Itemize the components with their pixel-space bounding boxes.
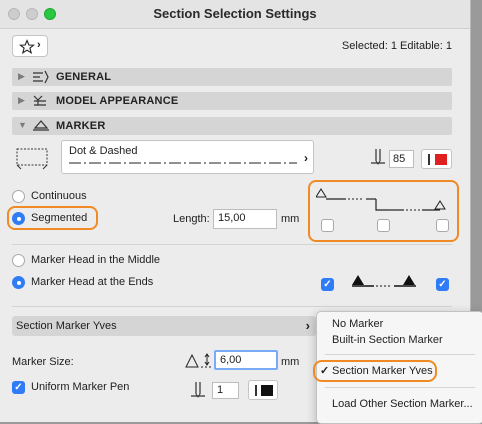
menu-item-label: Built-in Section Marker [332, 334, 443, 346]
separator [12, 244, 452, 245]
title-bar: Section Selection Settings [0, 0, 470, 29]
uniform-pen-label: Uniform Marker Pen [31, 381, 130, 393]
head-middle-radio[interactable] [12, 254, 25, 267]
disclosure-collapsed-icon: ▶ [18, 71, 25, 81]
line-type-selector[interactable]: Dot & Dashed › [61, 140, 314, 174]
length-unit: mm [281, 213, 300, 225]
pen-color-swatch [261, 385, 273, 396]
marker-size-label: Marker Size: [12, 356, 74, 368]
uniform-pen-checkbox[interactable]: ✓ [12, 381, 25, 394]
continuous-label: Continuous [31, 190, 87, 202]
section-marker-dropdown-value: Section Marker Yves [16, 320, 117, 332]
segmented-radio[interactable] [12, 212, 25, 225]
pen-color-swatch [435, 154, 447, 165]
length-input[interactable]: 15,00 [213, 209, 277, 229]
separator [12, 306, 452, 307]
panel-model-appearance-label: MODEL APPEARANCE [56, 95, 179, 107]
head-ends-radio[interactable] [12, 276, 25, 289]
head-ends-preview [352, 275, 416, 287]
chevron-right-icon: › [304, 151, 308, 165]
panel-general-label: GENERAL [56, 71, 112, 83]
menu-item-builtin-marker[interactable]: Built-in Section Marker [317, 332, 482, 348]
marker-icon [33, 120, 49, 131]
disclosure-expanded-icon: ▼ [18, 120, 27, 130]
length-label: Length: [173, 213, 210, 225]
star-icon [19, 39, 35, 55]
general-settings-icon [33, 70, 49, 84]
menu-item-label: Load Other Section Marker... [332, 398, 473, 410]
uniform-pen-color-button[interactable] [248, 380, 278, 400]
segment-end-checkbox[interactable] [436, 219, 449, 232]
pen-icon [371, 149, 385, 165]
panel-marker-label: MARKER [56, 120, 106, 132]
continuous-radio[interactable] [12, 190, 25, 203]
uniform-pen-number[interactable]: 1 [212, 382, 239, 399]
favorites-button[interactable]: › [12, 35, 48, 57]
chevron-right-icon: › [37, 39, 41, 51]
panel-general[interactable]: ▶ GENERAL [12, 68, 452, 86]
head-end-checkbox[interactable]: ✓ [436, 278, 449, 291]
pen-icon [191, 382, 205, 398]
window-title: Section Selection Settings [153, 6, 317, 21]
panel-model-appearance[interactable]: ▶ MODEL APPEARANCE [12, 92, 452, 110]
pen-color-divider [428, 154, 430, 165]
selection-info: Selected: 1 Editable: 1 [341, 40, 452, 52]
head-ends-label: Marker Head at the Ends [31, 276, 154, 288]
line-type-preview-icon [16, 148, 48, 170]
segmented-label: Segmented [31, 212, 88, 224]
menu-item-no-marker[interactable]: No Marker [317, 316, 482, 332]
marker-pen-number[interactable]: 85 [389, 150, 414, 168]
marker-size-input[interactable]: 6,00 [214, 350, 278, 370]
line-type-name: Dot & Dashed [69, 145, 138, 157]
menu-item-load-other-marker[interactable]: Load Other Section Marker... [317, 396, 482, 412]
menu-separator [325, 387, 475, 388]
marker-size-unit: mm [281, 356, 300, 368]
pen-color-divider [255, 385, 257, 396]
marker-size-icon [185, 353, 212, 368]
segmented-marker-preview [316, 188, 446, 211]
menu-selection-highlight [313, 360, 437, 382]
panel-marker[interactable]: ▼ MARKER [12, 117, 452, 135]
segment-start-checkbox[interactable] [321, 219, 334, 232]
segment-middle-checkbox[interactable] [377, 219, 390, 232]
model-appearance-icon [33, 95, 46, 106]
menu-item-label: No Marker [332, 318, 384, 330]
head-start-checkbox[interactable]: ✓ [321, 278, 334, 291]
marker-pen-color-button[interactable] [421, 149, 452, 169]
menu-separator [325, 354, 475, 355]
dot-dashed-line-icon [69, 162, 297, 164]
disclosure-collapsed-icon: ▶ [18, 95, 25, 105]
head-middle-label: Marker Head in the Middle [31, 254, 161, 266]
chevron-right-icon: › [305, 318, 310, 333]
section-marker-dropdown[interactable]: Section Marker Yves › [12, 316, 316, 336]
